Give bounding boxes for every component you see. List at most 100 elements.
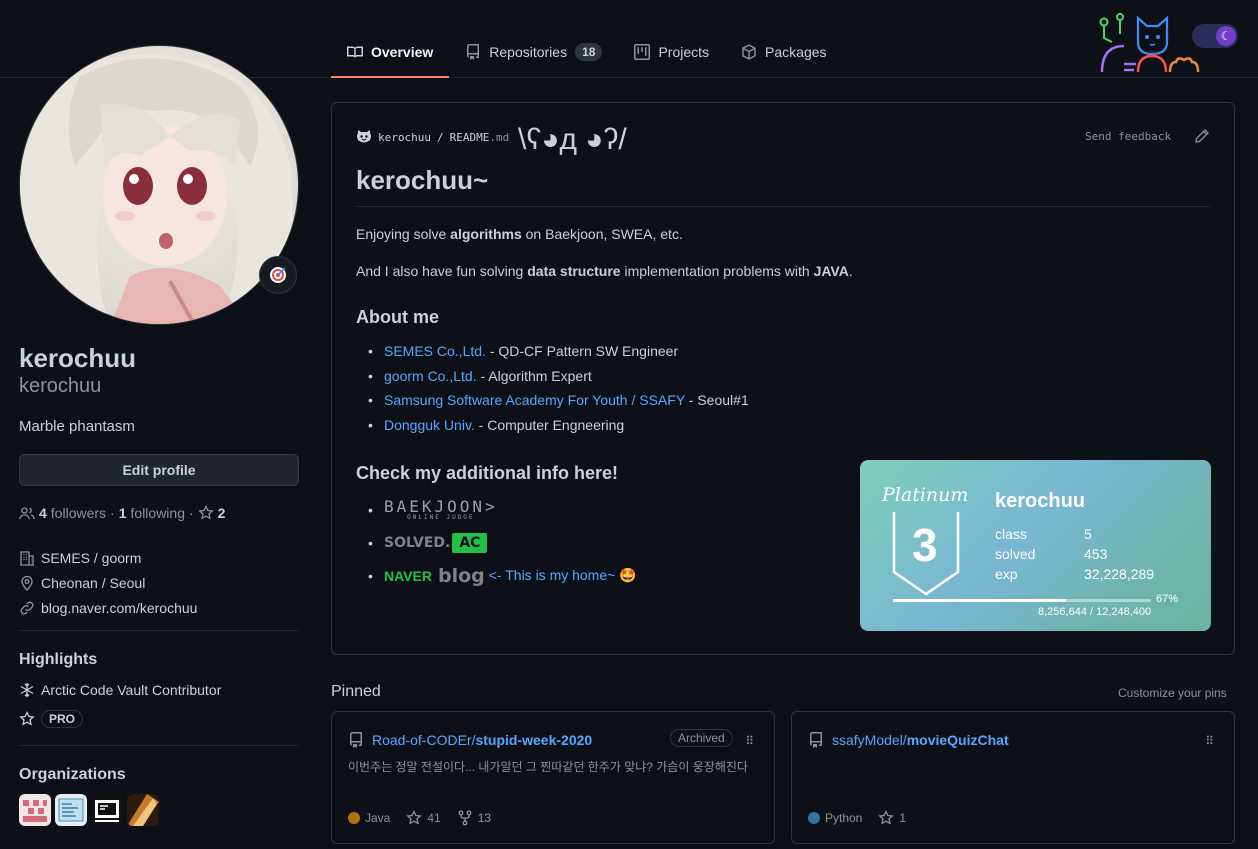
pinned-repo-description: 이번주는 정말 전설이다... 내가알던 그 찐따같던 한주가 맞냐? 가슴이 … bbox=[348, 760, 748, 774]
readme-intro-1: Enjoying solve algorithms on Baekjoon, S… bbox=[356, 226, 683, 242]
about-desc: - Computer Engneering bbox=[474, 416, 625, 433]
org-avatar[interactable] bbox=[91, 794, 123, 826]
fork-icon bbox=[458, 810, 472, 826]
profile-username: kerochuu bbox=[19, 375, 102, 397]
website-link[interactable]: blog.naver.com/kerochuu bbox=[41, 600, 197, 616]
naver-logo[interactable]: NAVER bbox=[384, 568, 432, 584]
pinned-repo-title: Road-of-CODEr/stupid-week-2020 bbox=[348, 732, 592, 748]
repo-forks[interactable]: 13 bbox=[457, 810, 491, 826]
moon-icon: ☾ bbox=[1216, 26, 1236, 46]
language-color-dot bbox=[348, 812, 360, 824]
location-icon bbox=[21, 575, 33, 591]
tab-packages[interactable]: Packages bbox=[725, 28, 842, 76]
about-list: SEMES Co.,Ltd. - QD-CF Pattern SW Engine… bbox=[356, 343, 749, 441]
tab-projects[interactable]: Projects bbox=[618, 28, 725, 76]
tab-projects-label: Projects bbox=[658, 44, 710, 60]
drag-handle-icon[interactable]: ⠿ bbox=[1205, 734, 1214, 748]
baekjoon-logo[interactable]: BAEKJOON> ONLINE JUDGE bbox=[384, 496, 498, 521]
stars-count: 41 bbox=[427, 811, 441, 825]
snowflake-icon bbox=[20, 683, 34, 697]
language-label: Java bbox=[365, 811, 391, 825]
intro1-text-a: Enjoying solve bbox=[356, 226, 451, 242]
about-desc: - QD-CF Pattern SW Engineer bbox=[485, 343, 679, 359]
readme-kaomoji: \ʕ◕д ◕ʔ/ bbox=[518, 123, 627, 156]
theme-toggle[interactable]: ☾ bbox=[1192, 24, 1238, 48]
tab-repositories[interactable]: Repositories 18 bbox=[449, 28, 618, 76]
tier-number: 3 bbox=[912, 519, 938, 571]
list-item: BAEKJOON> ONLINE JUDGE bbox=[356, 493, 637, 526]
target-emoji-icon bbox=[270, 267, 286, 283]
customize-pins-link[interactable]: Customize your pins bbox=[1118, 686, 1227, 700]
badge-list: BAEKJOON> ONLINE JUDGE SOLVED.AC NAVER b… bbox=[356, 493, 637, 592]
repo-stars[interactable]: 41 bbox=[406, 810, 441, 826]
stars-count[interactable]: 2 bbox=[218, 505, 226, 521]
readme-owner[interactable]: kerochuu bbox=[378, 131, 431, 144]
intro2-bold-java: JAVA bbox=[813, 263, 849, 279]
blog-logo[interactable]: blog bbox=[438, 565, 485, 587]
repo-icon bbox=[350, 732, 362, 748]
card-handle: kerochuu bbox=[995, 490, 1086, 512]
about-link[interactable]: SEMES Co.,Ltd. bbox=[384, 343, 486, 359]
follow-separator: · bbox=[110, 505, 115, 521]
solved-ac-logo[interactable]: SOLVED.AC bbox=[384, 532, 488, 553]
home-link[interactable]: <- This is my home~ 🤩 bbox=[489, 567, 637, 584]
people-icon bbox=[19, 507, 35, 520]
org-avatar[interactable] bbox=[127, 794, 159, 826]
package-icon bbox=[742, 44, 756, 60]
organization-icon bbox=[20, 550, 34, 566]
avatar[interactable] bbox=[19, 45, 299, 325]
card-row-class: class 5 bbox=[995, 526, 1195, 542]
about-link[interactable]: goorm Co.,Ltd. bbox=[384, 368, 477, 384]
pinned-repo-link[interactable]: ssafyModel/movieQuizChat bbox=[832, 732, 1009, 748]
repo-icon bbox=[810, 732, 822, 748]
language-color-dot bbox=[808, 812, 820, 824]
about-link[interactable]: Samsung Software Academy For Youth / SSA… bbox=[384, 392, 685, 408]
org-avatar[interactable] bbox=[55, 794, 87, 826]
solved-logo-ac: AC bbox=[452, 532, 488, 553]
following-label[interactable]: following bbox=[131, 505, 185, 521]
edit-profile-button[interactable]: Edit profile bbox=[19, 454, 299, 486]
intro1-bold: algorithms bbox=[450, 226, 522, 242]
following-count[interactable]: 1 bbox=[119, 505, 127, 521]
pencil-icon[interactable] bbox=[1194, 128, 1210, 144]
sidebar-divider-2 bbox=[19, 745, 299, 746]
archived-badge: Archived bbox=[670, 729, 733, 747]
set-status-button[interactable] bbox=[259, 256, 297, 294]
card-row-value: 5 bbox=[1084, 526, 1092, 542]
readme-intro-2: And I also have fun solving data structu… bbox=[356, 263, 853, 279]
project-icon bbox=[634, 44, 651, 60]
list-item: Dongguk Univ. - Computer Engneering bbox=[356, 417, 749, 442]
about-link[interactable]: Dongguk Univ. bbox=[384, 417, 475, 433]
list-item: NAVER blog <- This is my home~ 🤩 bbox=[356, 559, 637, 592]
pinned-repo-link[interactable]: Road-of-CODEr/stupid-week-2020 bbox=[372, 732, 592, 748]
profile-details: SEMES / goorm Cheonan / Seoul blog.naver… bbox=[19, 545, 197, 620]
repo-owner: Road-of-CODEr/ bbox=[372, 732, 476, 748]
readme-file[interactable]: README.md bbox=[450, 131, 510, 144]
sidebar-divider bbox=[19, 630, 299, 631]
followers-count[interactable]: 4 bbox=[39, 505, 47, 521]
exp-progress-percent: 67% bbox=[1156, 593, 1179, 605]
baekjoon-logo-text: BAEKJOON> bbox=[384, 496, 498, 516]
pinned-repo-title: ssafyModel/movieQuizChat bbox=[808, 732, 1009, 748]
highlight-arctic[interactable]: Arctic Code Vault Contributor bbox=[19, 682, 221, 698]
tab-overview[interactable]: Overview bbox=[331, 28, 450, 78]
organizations-heading: Organizations bbox=[19, 766, 126, 783]
repo-stars[interactable]: 1 bbox=[878, 810, 906, 826]
solved-ac-card[interactable]: Platinum 3 kerochuu class 5 solved 453 exp… bbox=[860, 460, 1211, 631]
follow-stats: 4 followers · 1 following · 2 bbox=[19, 505, 225, 521]
about-desc: - Seoul#1 bbox=[684, 392, 749, 408]
forks-count: 13 bbox=[477, 811, 492, 825]
readme-separator: / bbox=[436, 130, 444, 144]
list-item: SOLVED.AC bbox=[356, 526, 637, 559]
send-feedback-link[interactable]: Send feedback bbox=[1085, 130, 1171, 143]
website-item[interactable]: blog.naver.com/kerochuu bbox=[19, 595, 197, 620]
star-icon bbox=[19, 711, 35, 726]
readme-title: kerochuu~ bbox=[356, 165, 489, 195]
profile-fullname: kerochuu bbox=[19, 343, 137, 373]
org-avatar[interactable] bbox=[19, 794, 51, 826]
followers-label[interactable]: followers bbox=[51, 505, 106, 521]
language-label: Python bbox=[825, 811, 863, 825]
book-icon bbox=[347, 46, 363, 58]
drag-handle-icon[interactable]: ⠿ bbox=[745, 734, 754, 748]
about-heading: About me bbox=[356, 307, 439, 327]
